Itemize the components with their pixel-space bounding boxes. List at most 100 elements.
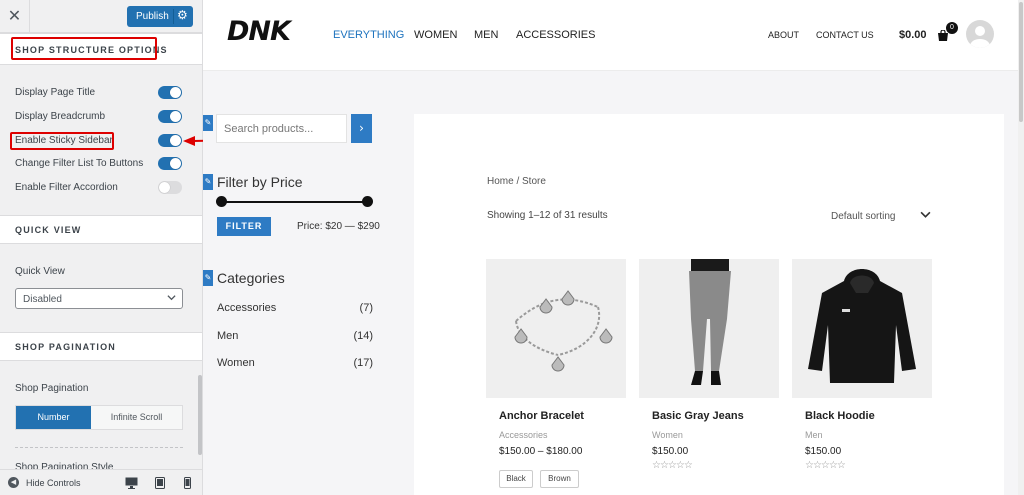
select-value: Disabled [23, 294, 62, 305]
toggle-knob [170, 158, 181, 169]
hoodie-image [808, 269, 916, 383]
toggle-knob [170, 87, 181, 98]
product-category: Accessories [499, 430, 548, 440]
price-slider-handle-min[interactable] [216, 196, 227, 207]
scrollbar-thumb[interactable] [1019, 2, 1023, 122]
site-preview: DNK EVERYTHING WOMEN MEN ACCESSORIES ABO… [203, 0, 1024, 495]
avatar[interactable] [966, 20, 994, 48]
pagination-label: Shop Pagination [15, 383, 89, 394]
hide-controls-icon[interactable]: ◀ [8, 477, 19, 488]
site-header: DNK EVERYTHING WOMEN MEN ACCESSORIES ABO… [203, 0, 1018, 71]
category-link-men[interactable]: Men [217, 330, 238, 342]
chevron-down-icon [167, 295, 176, 301]
swatch-black[interactable]: Black [499, 470, 533, 488]
pagination-button-group: Number Infinite Scroll [15, 405, 183, 430]
highlight-box [11, 37, 157, 60]
product-price: $150.00 [652, 446, 689, 457]
user-icon [970, 26, 990, 48]
gear-icon[interactable]: ⚙ [177, 8, 188, 22]
product-image[interactable] [486, 259, 626, 398]
nav-men[interactable]: MEN [474, 29, 498, 41]
option-label: Enable Filter Accordion [15, 182, 118, 193]
section-quick-view[interactable]: QUICK VIEW [0, 215, 202, 244]
edit-shortcut-icon[interactable]: ✎ [203, 270, 213, 286]
product-category: Men [805, 430, 823, 440]
option-label: Change Filter List To Buttons [15, 158, 144, 169]
edit-shortcut-icon[interactable]: ✎ [203, 115, 213, 131]
toggle-display-page-title[interactable] [158, 86, 182, 99]
product-image[interactable] [639, 259, 779, 398]
product-image[interactable] [792, 259, 932, 398]
breadcrumb[interactable]: Home / Store [487, 176, 546, 187]
price-slider-track[interactable] [220, 201, 369, 203]
price-slider-handle-max[interactable] [362, 196, 373, 207]
search-button[interactable]: › [351, 114, 372, 143]
nav-accessories[interactable]: ACCESSORIES [516, 29, 595, 41]
customizer-footer: ◀ Hide Controls [0, 469, 202, 495]
product-search-input[interactable]: Search products... [216, 114, 347, 143]
preview-scrollbar[interactable] [1018, 0, 1024, 495]
jeans-image [689, 259, 731, 385]
toggle-knob [159, 182, 170, 193]
result-count: Showing 1–12 of 31 results [487, 210, 608, 221]
nav-about[interactable]: ABOUT [768, 30, 799, 40]
nav-women[interactable]: WOMEN [414, 29, 457, 41]
pagination-infinite-scroll-button[interactable]: Infinite Scroll [91, 406, 182, 429]
filter-by-price-title: Filter by Price [217, 174, 303, 190]
toggle-enable-sticky-sidebar[interactable] [158, 134, 182, 147]
tablet-icon[interactable] [155, 477, 165, 489]
option-label: Display Page Title [15, 87, 96, 98]
nav-contact-us[interactable]: CONTACT US [816, 30, 874, 40]
category-link-accessories[interactable]: Accessories [217, 302, 276, 314]
product-name[interactable]: Basic Gray Jeans [652, 410, 744, 422]
pagination-number-button[interactable]: Number [16, 406, 91, 429]
publish-label: Publish [136, 11, 169, 22]
customizer-header: ✕ Publish ⚙ [0, 0, 202, 33]
swatch-brown[interactable]: Brown [540, 470, 579, 488]
mobile-icon[interactable] [184, 477, 191, 489]
shop-content: Home / Store Showing 1–12 of 31 results … [414, 114, 1004, 495]
toggle-filter-buttons[interactable] [158, 157, 182, 170]
category-count: (7) [359, 302, 373, 314]
cart-count-badge: 0 [946, 22, 958, 34]
toggle-filter-accordion[interactable] [158, 181, 182, 194]
category-count: (17) [353, 357, 373, 369]
scrollbar[interactable] [198, 375, 202, 455]
site-logo[interactable]: DNK [227, 16, 291, 47]
product-price: $150.00 – $180.00 [499, 446, 583, 457]
divider [15, 447, 183, 448]
publish-separator [173, 9, 174, 24]
bracelet-image [514, 290, 613, 372]
section-title: SHOP PAGINATION [15, 342, 117, 352]
quick-view-label: Quick View [15, 266, 65, 277]
toggle-knob [170, 111, 181, 122]
search-placeholder: Search products... [224, 123, 314, 135]
product-name[interactable]: Black Hoodie [805, 410, 875, 422]
option-label: Display Breadcrumb [15, 111, 106, 122]
price-range-text: Price: $20 — $290 [297, 221, 380, 232]
publish-button[interactable]: Publish ⚙ [127, 6, 193, 27]
hide-controls-button[interactable]: Hide Controls [26, 478, 81, 488]
toggle-display-breadcrumb[interactable] [158, 110, 182, 123]
star-rating: ☆☆☆☆☆ [652, 460, 693, 471]
product-category: Women [652, 430, 683, 440]
filter-button[interactable]: FILTER [217, 217, 271, 236]
categories-title: Categories [217, 270, 285, 286]
close-icon[interactable]: ✕ [0, 0, 30, 33]
section-shop-pagination[interactable]: SHOP PAGINATION [0, 332, 202, 361]
chevron-down-icon[interactable] [920, 209, 931, 220]
cart-total[interactable]: $0.00 [899, 29, 927, 41]
category-link-women[interactable]: Women [217, 357, 255, 369]
sort-select[interactable]: Default sorting [831, 211, 895, 222]
desktop-icon[interactable] [125, 477, 138, 489]
edit-shortcut-icon[interactable]: ✎ [203, 174, 213, 190]
customizer-panel: ✕ Publish ⚙ SHOP STRUCTURE OPTIONS Displ… [0, 0, 245, 495]
product-name[interactable]: Anchor Bracelet [499, 410, 584, 422]
product-price: $150.00 [805, 446, 842, 457]
section-title: QUICK VIEW [15, 225, 82, 235]
nav-everything[interactable]: EVERYTHING [333, 29, 404, 41]
quick-view-select[interactable]: Disabled [15, 288, 183, 309]
star-rating: ☆☆☆☆☆ [805, 460, 846, 471]
toggle-knob [170, 135, 181, 146]
highlight-box [10, 132, 114, 150]
